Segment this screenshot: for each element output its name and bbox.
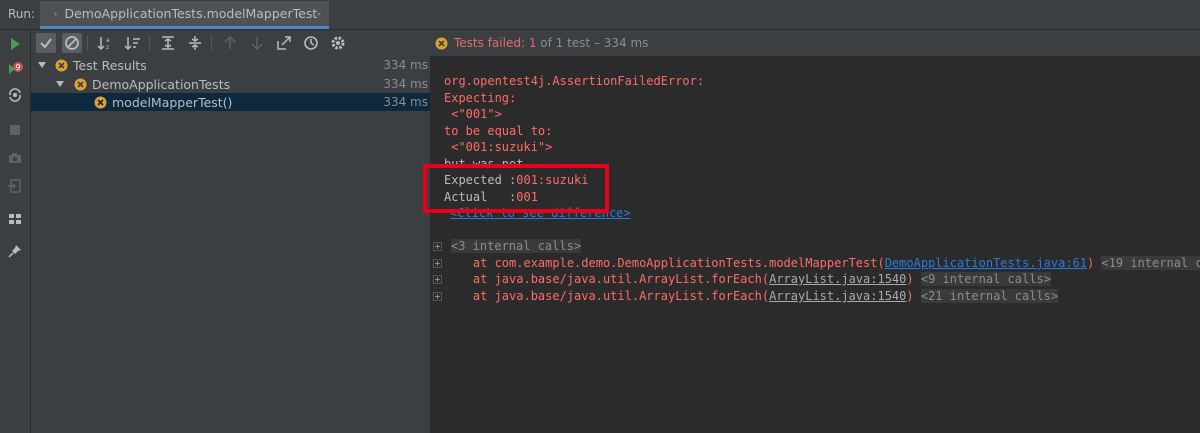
source-link[interactable]: DemoApplicationTests.java:61 (885, 256, 1087, 270)
actual-label: Actual : (444, 190, 517, 204)
expected-value: 001:suzuki (516, 173, 589, 187)
expand-icon[interactable] (433, 292, 442, 301)
run-label: Run: (8, 7, 36, 21)
tree-item-time: 334 ms (383, 77, 428, 91)
expected-line: Expected :001:suzuki (444, 172, 589, 188)
run-config-icon (54, 11, 58, 16)
internal-calls-fold[interactable]: <9 internal calls> (920, 272, 1051, 286)
chevron-down-icon[interactable] (37, 60, 47, 70)
close-icon[interactable] (317, 9, 321, 19)
previous-failed-icon[interactable] (220, 33, 240, 53)
expand-all-icon[interactable] (158, 33, 178, 53)
toolbar-separator (87, 35, 88, 51)
tree-item-test-results[interactable]: Test Results 334 ms (31, 56, 430, 74)
console-line: to be equal to: (444, 124, 553, 138)
expected-label: Expected : (444, 173, 517, 187)
toolbar-separator (211, 35, 212, 51)
sort-by-duration-icon[interactable] (123, 33, 143, 53)
test-failed-icon (55, 59, 68, 71)
stack-frame: at java.base/java.util.ArrayList.forEach… (444, 289, 770, 303)
internal-calls-fold[interactable]: <19 internal calls> (1101, 256, 1200, 270)
test-failed-icon (435, 37, 448, 49)
history-icon[interactable] (301, 33, 321, 53)
console-line: <"001:suzuki"> (444, 140, 553, 154)
expand-icon[interactable] (433, 242, 442, 251)
stack-frame: at java.base/java.util.ArrayList.forEach… (444, 272, 770, 286)
sort-alphabetically-icon[interactable]: az (96, 33, 116, 53)
svg-text:9: 9 (15, 63, 20, 72)
export-icon[interactable] (274, 33, 294, 53)
console-line: <"001"> (444, 107, 502, 121)
svg-text:z: z (106, 44, 109, 51)
tree-item-label: Test Results (73, 57, 147, 73)
actual-line: Actual :001 (444, 189, 538, 205)
tree-item-time: 334 ms (383, 95, 428, 109)
rerun-failed-icon[interactable]: 9 (7, 61, 23, 77)
status-text: Tests failed: 1 of 1 test – 334 ms (454, 36, 648, 50)
svg-text:a: a (106, 37, 110, 44)
tree-item-label: modelMapperTest() (112, 94, 233, 110)
toggle-auto-test-icon[interactable] (7, 87, 23, 103)
status-rest: of 1 test – 334 ms (536, 36, 649, 50)
show-passed-icon[interactable] (36, 33, 56, 53)
run-tab-title: DemoApplicationTests.modelMapperTest (64, 6, 318, 21)
exit-icon[interactable] (7, 178, 23, 194)
console-line: Expecting: (444, 91, 517, 105)
internal-calls-fold[interactable]: <3 internal calls> (451, 239, 582, 253)
expand-icon[interactable] (433, 259, 442, 268)
test-tree: Test Results 334 ms DemoApplicationTests… (31, 56, 431, 433)
show-ignored-icon[interactable] (62, 33, 82, 53)
layout-icon[interactable] (7, 211, 23, 227)
rerun-icon[interactable] (7, 36, 23, 52)
actual-value: 001 (516, 190, 538, 204)
stack-trace-line: at java.base/java.util.ArrayList.forEach… (444, 271, 1051, 287)
gear-icon[interactable] (328, 33, 348, 53)
collapse-all-icon[interactable] (185, 33, 205, 53)
test-failed-icon (74, 78, 87, 90)
tree-item-demo-application-tests[interactable]: DemoApplicationTests 334 ms (31, 75, 430, 93)
run-tab[interactable]: DemoApplicationTests.modelMapperTest (40, 1, 329, 29)
stack-trace-line: at com.example.demo.DemoApplicationTests… (444, 255, 1200, 271)
stack-frame-end: ) (906, 272, 921, 286)
run-tool-window-header: Run: DemoApplicationTests.modelMapperTes… (0, 0, 1200, 30)
chevron-down-icon[interactable] (55, 79, 65, 89)
click-to-see-difference-link[interactable]: <Click to see difference> (450, 205, 631, 221)
stack-frame: at com.example.demo.DemoApplicationTests… (444, 256, 885, 270)
source-link[interactable]: ArrayList.java:1540 (769, 272, 906, 286)
stack-frame-end: ) (906, 289, 921, 303)
console-line: org.opentest4j.AssertionFailedError: (444, 74, 705, 88)
console-line: but was not. (444, 157, 531, 171)
camera-icon[interactable] (7, 150, 23, 166)
source-link[interactable]: ArrayList.java:1540 (769, 289, 906, 303)
toolbar-separator (149, 35, 150, 51)
stack-frame-end: ) (1087, 256, 1102, 270)
status-prefix: Tests failed: (454, 36, 529, 50)
console-output[interactable]: org.opentest4j.AssertionFailedError: Exp… (431, 56, 1200, 433)
next-failed-icon[interactable] (247, 33, 267, 53)
tree-item-label: DemoApplicationTests (92, 76, 231, 92)
pin-icon[interactable] (7, 243, 23, 259)
stack-trace-line: at java.base/java.util.ArrayList.forEach… (444, 288, 1059, 304)
tree-item-model-mapper-test[interactable]: modelMapperTest() 334 ms (31, 93, 430, 111)
internal-calls-line[interactable]: <3 internal calls> (451, 238, 582, 254)
test-status-bar: Tests failed: 1 of 1 test – 334 ms (431, 30, 1200, 57)
internal-calls-fold[interactable]: <21 internal calls> (920, 289, 1059, 303)
test-tree-toolbar: az (31, 30, 431, 57)
stop-icon[interactable] (7, 122, 23, 138)
run-side-toolbar: 9 (0, 30, 31, 433)
tree-item-time: 334 ms (383, 58, 428, 72)
expand-icon[interactable] (433, 275, 442, 284)
test-failed-icon (94, 96, 107, 108)
